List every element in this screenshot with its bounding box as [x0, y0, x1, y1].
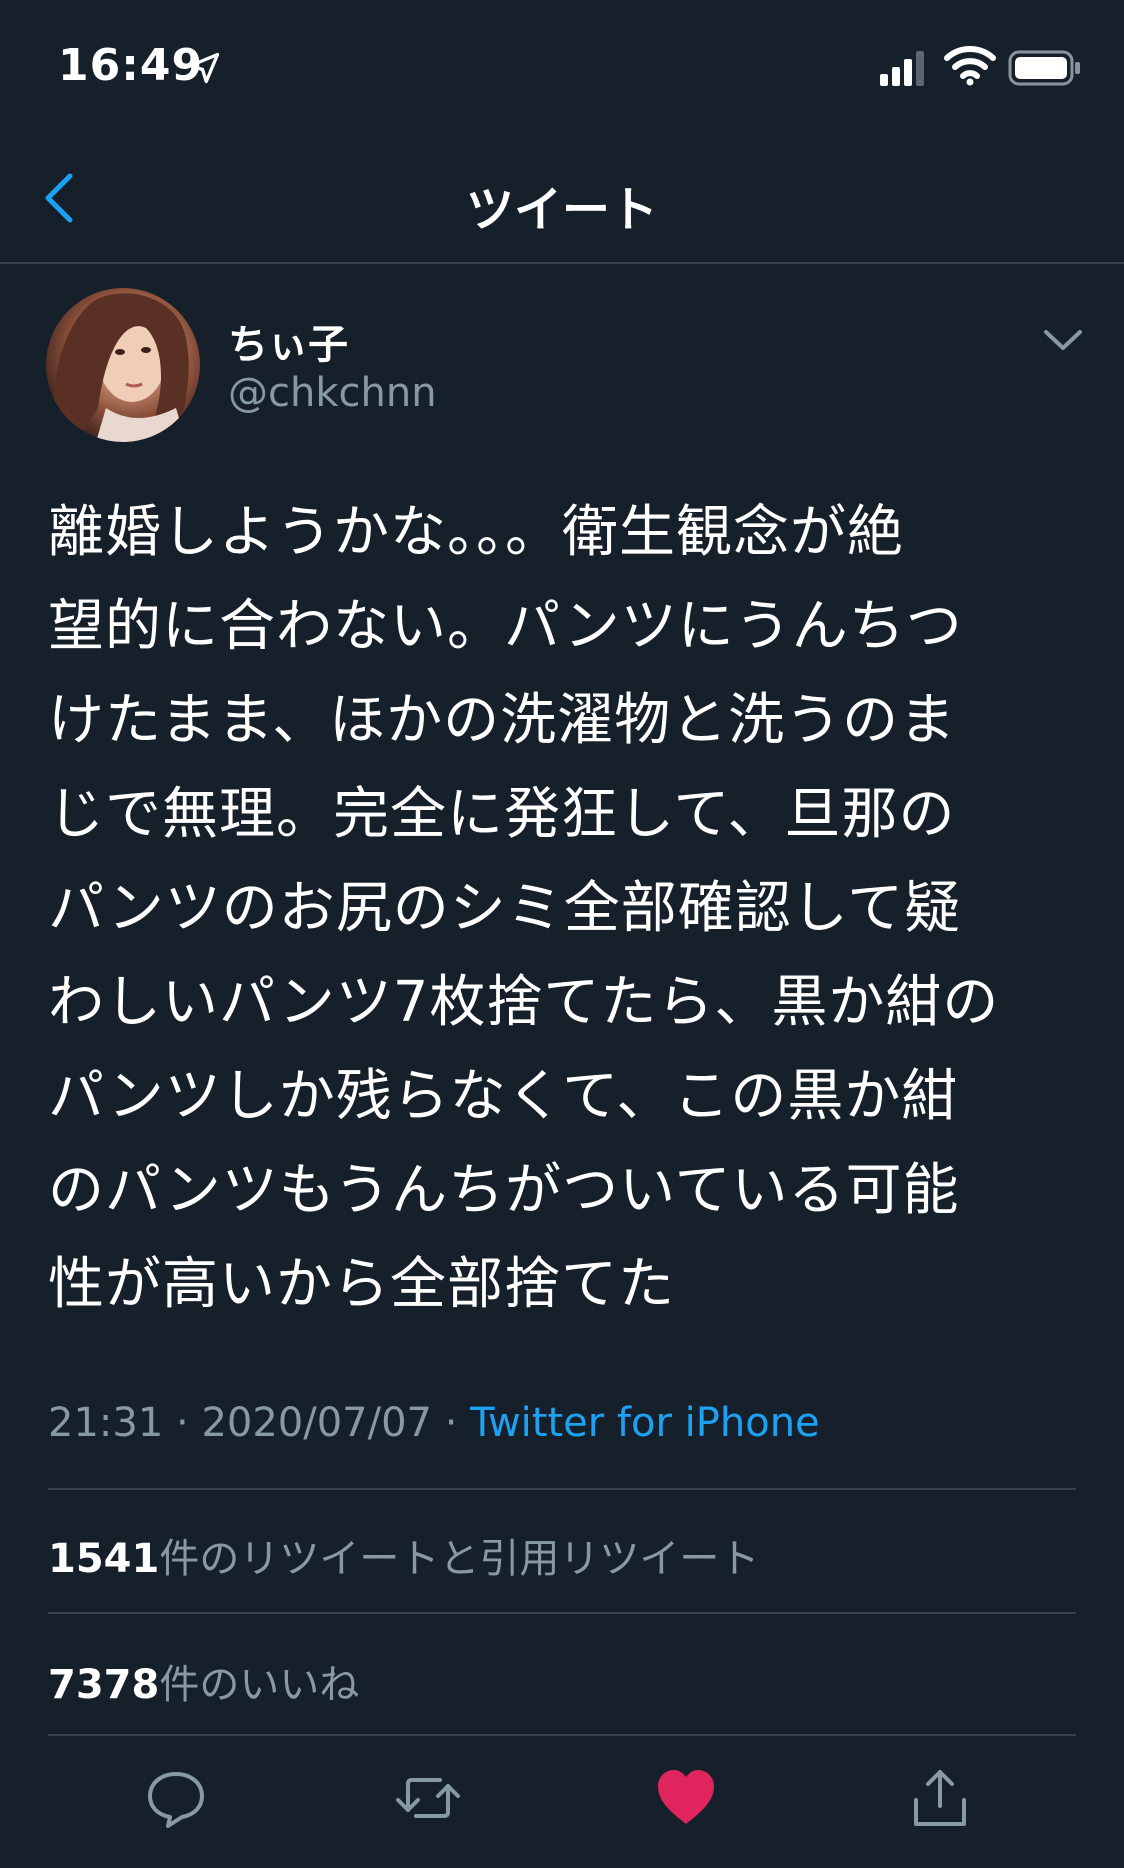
tweet-line: 離婚しようかな。。。衛生観念が絶	[48, 500, 904, 565]
tweet-meta: 21:31 · 2020/07/07 · Twitter for iPhone	[48, 1400, 820, 1446]
retweets-label: 件のリツイートと引用リツイート	[159, 1536, 760, 1582]
tweet-line: パンツしか残らなくて、この黒か紺	[48, 1064, 959, 1129]
tweet-source-link[interactable]: Twitter for iPhone	[470, 1400, 820, 1446]
location-arrow-icon	[188, 52, 220, 84]
avatar-image	[53, 293, 189, 442]
tweet-line: パンツのお尻のシミ全部確認して疑	[48, 876, 962, 941]
tweet-line: 性が高いから全部捨てた	[48, 1252, 675, 1317]
divider	[48, 1612, 1076, 1614]
author-handle[interactable]: @chkchnn	[228, 370, 437, 416]
reply-icon[interactable]	[144, 1766, 208, 1830]
retweets-stat[interactable]: 1541件のリツイートと引用リツイート	[48, 1526, 759, 1584]
battery-icon	[1008, 50, 1080, 86]
divider	[48, 1488, 1076, 1490]
tweet-time: 21:31	[48, 1400, 164, 1446]
signal-icon	[880, 51, 924, 86]
like-icon[interactable]	[654, 1766, 718, 1830]
meta-separator: ·	[163, 1400, 202, 1446]
share-icon[interactable]	[908, 1766, 972, 1830]
likes-stat[interactable]: 7378件のいいね	[48, 1652, 359, 1710]
status-bar: 16:49	[0, 0, 1124, 140]
avatar[interactable]	[46, 288, 200, 442]
status-time: 16:49	[58, 40, 204, 91]
divider	[48, 1734, 1076, 1736]
tweet-line: のパンツもうんちがついている可能	[48, 1158, 960, 1223]
chevron-down-icon[interactable]	[1040, 320, 1086, 360]
author-display-name[interactable]: ちぃ子	[228, 312, 348, 370]
tweet-date: 2020/07/07	[201, 1400, 432, 1446]
likes-label: 件のいいね	[159, 1662, 360, 1708]
retweets-count: 1541	[48, 1536, 160, 1582]
tweet-actions-bar	[0, 1740, 1124, 1860]
tweet-line: じで無理。完全に発狂して、旦那の	[48, 782, 956, 847]
tweet-line: けたまま、ほかの洗濯物と洗うのま	[48, 688, 957, 753]
wifi-icon	[944, 46, 996, 86]
navigation-bar: ツイート	[0, 150, 1124, 264]
meta-separator: ·	[431, 1400, 471, 1446]
tweet-line: 望的に合わない。パンツにうんちつ	[48, 594, 963, 659]
tweet-text: 離婚しようかな。。。衛生観念が絶 望的に合わない。パンツにうんちつ けたまま、ほ…	[48, 486, 1088, 1332]
page-title: ツイート	[465, 182, 658, 238]
retweet-icon[interactable]	[396, 1766, 460, 1830]
tweet-line: わしいパンツ7枚捨てたら、黒か紺の	[48, 970, 1000, 1035]
likes-count: 7378	[48, 1662, 160, 1708]
